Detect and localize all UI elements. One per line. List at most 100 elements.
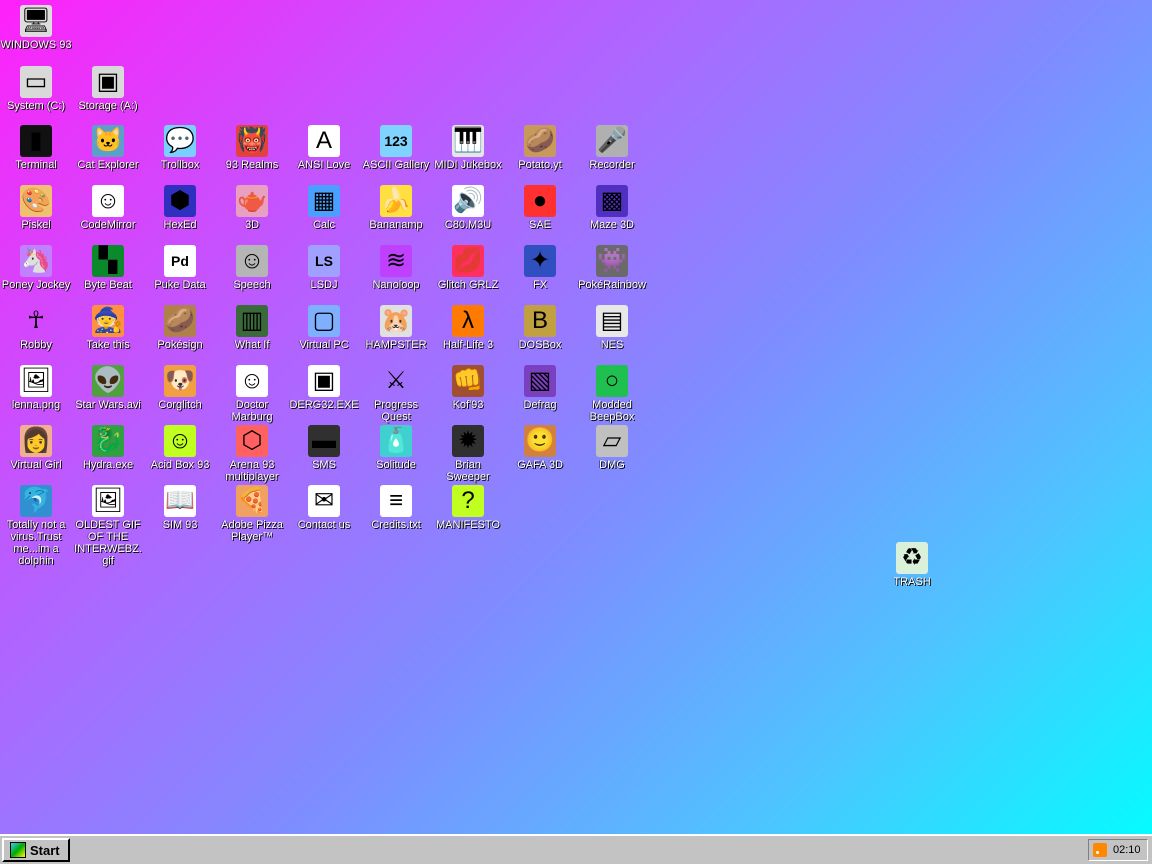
desktop-icon-cat-explorer[interactable]: 🐱 Cat Explorer — [72, 125, 144, 171]
icon-label: System (C:) — [6, 100, 66, 112]
desktop-icon-fx[interactable]: ✦ FX — [504, 245, 576, 291]
desktop-icon-adobe-pizza-player[interactable]: 🍕 Adobe Pizza Player™ — [216, 485, 288, 543]
desktop-icon-totally-not-a-virus[interactable]: 🐬 Totally not a virus.Trust me...im a dol… — [0, 485, 72, 567]
desktop-icon-star-wars-avi[interactable]: 👽 Star Wars.avi — [72, 365, 144, 411]
oldest-gif-icon: 🖼 — [92, 485, 124, 517]
desktop-icon-hydra-exe[interactable]: 🐉 Hydra.exe — [72, 425, 144, 471]
desktop-icon-maze-3d[interactable]: ▩ Maze 3D — [576, 185, 648, 231]
desktop-icon-defrag[interactable]: ▧ Defrag — [504, 365, 576, 411]
desktop-icon-poney-jockey[interactable]: 🦄 Poney Jockey — [0, 245, 72, 291]
desktop-icon-bananamp[interactable]: 🍌 Bananamp — [360, 185, 432, 231]
desktop-icon-codemirror[interactable]: ☺ CodeMirror — [72, 185, 144, 231]
desktop-icon-sms[interactable]: ▬ SMS — [288, 425, 360, 471]
icon-label: C80.M3U — [444, 219, 492, 231]
desktop-icon-terminal[interactable]: ▮ Terminal — [0, 125, 72, 171]
icon-label: Storage (A:) — [78, 100, 138, 112]
icon-label: Terminal — [15, 159, 57, 171]
desktop-icon-what-if[interactable]: ▥ What If — [216, 305, 288, 351]
system-tray: 02:10 — [1088, 839, 1148, 861]
desktop-icon-c80-m3u[interactable]: 🔊 C80.M3U — [432, 185, 504, 231]
glitch-grlz-icon: 💋 — [452, 245, 484, 277]
desktop-icon-virtual-girl[interactable]: 👩 Virtual Girl — [0, 425, 72, 471]
icon-label: Virtual PC — [299, 339, 349, 351]
ansi-love-icon: A — [308, 125, 340, 157]
sms-icon: ▬ — [308, 425, 340, 457]
icon-label: FX — [532, 279, 548, 291]
brian-sweeper-icon: ✹ — [452, 425, 484, 457]
dosbox-icon: B — [524, 305, 556, 337]
desktop-icon-nes[interactable]: ▤ NES — [576, 305, 648, 351]
desktop-icon-doctor-marburg[interactable]: ☺ Doctor Marburg — [216, 365, 288, 423]
icon-label: 93 Realms — [225, 159, 279, 171]
desktop-icon-contact-us[interactable]: ✉ Contact us — [288, 485, 360, 531]
desktop-icon-recorder[interactable]: 🎤 Recorder — [576, 125, 648, 171]
desktop-icon-sim-93[interactable]: 📖 SIM 93 — [144, 485, 216, 531]
desktop-icon-trash[interactable]: ♻ TRASH — [876, 542, 948, 588]
desktop-icon-modded-beepbox[interactable]: ○ Modded BeepBox — [576, 365, 648, 423]
icon-label: Trollbox — [160, 159, 200, 171]
desktop-icon-3d[interactable]: 🫖 3D — [216, 185, 288, 231]
93-realms-icon: 👹 — [236, 125, 268, 157]
desktop-icon-progress-quest[interactable]: ⚔ Progress Quest — [360, 365, 432, 423]
desktop-icon-brian-sweeper[interactable]: ✹ Brian Sweeper — [432, 425, 504, 483]
start-button[interactable]: Start — [2, 838, 70, 862]
desktop-icon-pokesign[interactable]: 🥔 Pokésign — [144, 305, 216, 351]
progress-quest-icon: ⚔ — [385, 367, 407, 394]
desktop-icon-potato-yt[interactable]: 🥔 Potato.yt — [504, 125, 576, 171]
desktop-icon-trollbox[interactable]: 💬 Trollbox — [144, 125, 216, 171]
desktop-icon-93-realms[interactable]: 👹 93 Realms — [216, 125, 288, 171]
desktop-icon-calc[interactable]: ▦ Calc — [288, 185, 360, 231]
desktop-icon-storage-a[interactable]: ▣ Storage (A:) — [72, 66, 144, 112]
desktop-icon-kof93[interactable]: 👊 Kof'93 — [432, 365, 504, 411]
desktop-icon-credits-txt[interactable]: ≡ Credits.txt — [360, 485, 432, 531]
adobe-pizza-player-icon: 🍕 — [236, 485, 268, 517]
desktop-icon-oldest-gif[interactable]: 🖼 OLDEST GIF OF THE INTERWEBZ.gif — [72, 485, 144, 567]
trollbox-icon: 💬 — [164, 125, 196, 157]
codemirror-icon: ☺ — [92, 185, 124, 217]
icon-label: ASCII Gallery — [362, 159, 430, 171]
icon-label: LSDJ — [310, 279, 338, 291]
desktop-icon-byte-beat[interactable]: ▚ Byte Beat — [72, 245, 144, 291]
icon-label: PokéRainbow — [578, 279, 646, 291]
desktop-icon-manifesto[interactable]: ? MANIFESTO — [432, 485, 504, 531]
windows-93-icon: 🖥 — [20, 5, 52, 37]
icon-label: Potato.yt — [518, 159, 562, 171]
icon-label: DMG — [599, 459, 625, 471]
desktop-icon-corglitch[interactable]: 🐶 Corglitch — [144, 365, 216, 411]
desktop-icon-half-life-3[interactable]: λ Half-Life 3 — [432, 305, 504, 351]
icon-label: SIM 93 — [162, 519, 198, 531]
desktop-icon-pokerainbow[interactable]: 👾 PokéRainbow — [576, 245, 648, 291]
desktop-icon-solitude[interactable]: 🧴 Solitude — [360, 425, 432, 471]
icon-label: CodeMirror — [80, 219, 136, 231]
desktop-icon-virtual-pc[interactable]: ▢ Virtual PC — [288, 305, 360, 351]
desktop-icon-hampster[interactable]: 🐹 HAMPSTER — [360, 305, 432, 351]
take-this-icon: 🧙 — [92, 305, 124, 337]
desktop-icon-piskel[interactable]: 🎨 Piskel — [0, 185, 72, 231]
desktop-icon-dosbox[interactable]: B DOSBox — [504, 305, 576, 351]
desktop-icon-robby[interactable]: ☥ Robby — [0, 305, 72, 351]
desktop-icon-gafa-3d[interactable]: 🙂 GAFA 3D — [504, 425, 576, 471]
3d-icon: 🫖 — [236, 185, 268, 217]
desktop-icon-midi-jukebox[interactable]: 🎹 MIDI Jukebox — [432, 125, 504, 171]
desktop-icon-speech[interactable]: ☺ Speech — [216, 245, 288, 291]
desktop-icon-system-c[interactable]: ▭ System (C:) — [0, 66, 72, 112]
desktop-icon-lsdj[interactable]: LS LSDJ — [288, 245, 360, 291]
desktop-icon-lenna-png[interactable]: 🖼 lenna.png — [0, 365, 72, 411]
desktop-icon-take-this[interactable]: 🧙 Take this — [72, 305, 144, 351]
icon-label: Totally not a virus.Trust me...im a dolp… — [6, 519, 66, 567]
desktop-icon-arena-93-multiplayer[interactable]: ⬡ Arena 93 multiplayer — [216, 425, 288, 483]
desktop-icon-hexed[interactable]: ⬢ HexEd — [144, 185, 216, 231]
desktop-icon-glitch-grlz[interactable]: 💋 Glitch GRLZ — [432, 245, 504, 291]
desktop-icon-ansi-love[interactable]: A ANSI Love — [288, 125, 360, 171]
desktop-icon-puke-data[interactable]: Pd Puke Data — [144, 245, 216, 291]
desktop-icon-derg32-exe[interactable]: ▣ DERG32.EXE — [288, 365, 360, 411]
desktop-icon-nanoloop[interactable]: ≋ Nanoloop — [360, 245, 432, 291]
byte-beat-icon: ▚ — [92, 245, 124, 277]
rss-icon[interactable] — [1093, 843, 1107, 857]
desktop-icon-dmg[interactable]: ▱ DMG — [576, 425, 648, 471]
desktop-icon-ascii-gallery[interactable]: 123 ASCII Gallery — [360, 125, 432, 171]
desktop-icon-acid-box-93[interactable]: ☺ Acid Box 93 — [144, 425, 216, 471]
desktop-icon-windows-93[interactable]: 🖥 WINDOWS 93 — [0, 5, 72, 51]
icon-label: Speech — [233, 279, 271, 291]
desktop-icon-sae[interactable]: ● SAE — [504, 185, 576, 231]
